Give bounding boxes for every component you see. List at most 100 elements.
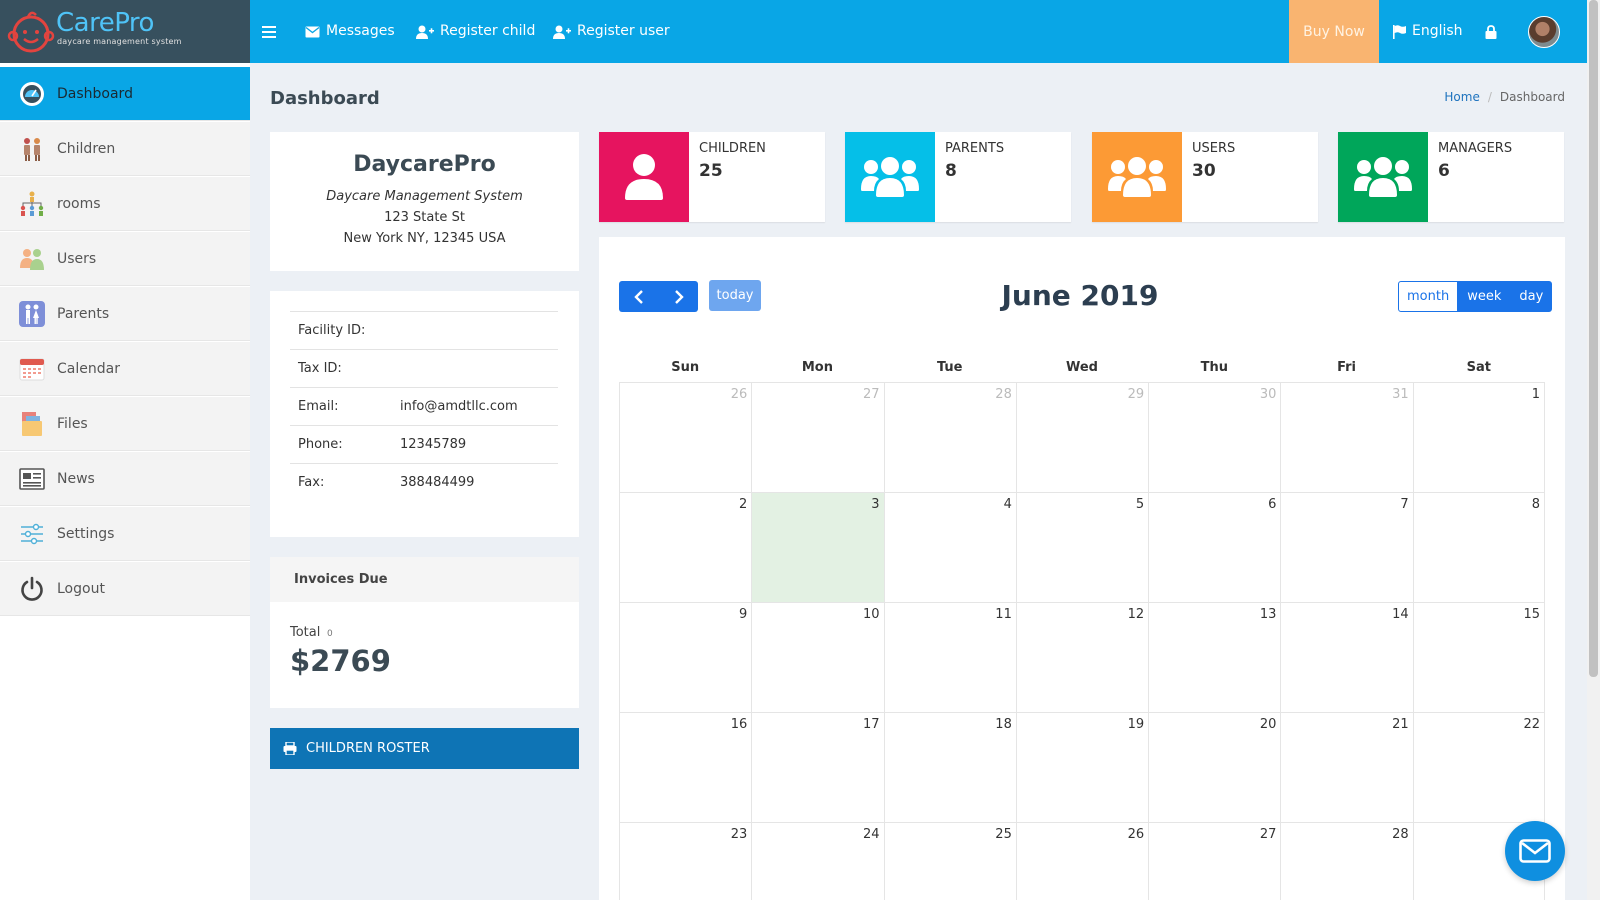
stat-icon-children <box>599 132 689 222</box>
hamburger-icon <box>262 25 276 38</box>
nav-messages[interactable]: Messages <box>305 0 395 63</box>
sidebar-item-children[interactable]: Children <box>0 122 250 176</box>
language-selector[interactable]: English <box>1393 0 1463 63</box>
calendar-day-today[interactable]: 3 <box>751 492 884 602</box>
calendar-day-cell[interactable]: 26 <box>1015 822 1149 900</box>
sidebar-toggle-button[interactable] <box>262 0 276 63</box>
calendar-day-cell[interactable]: 8 <box>1412 492 1545 602</box>
calendar-day-number: 29 <box>1127 387 1145 402</box>
children-roster-button[interactable]: CHILDREN ROSTER <box>270 728 579 769</box>
stat-box-children[interactable]: CHILDREN 25 <box>599 132 825 222</box>
calendar-prev-button[interactable] <box>619 281 659 312</box>
calendar-day-cell[interactable]: 25 <box>883 822 1016 900</box>
calendar-day-cell[interactable]: 31 <box>1280 382 1413 492</box>
calendar-day-cell[interactable]: 27 <box>751 382 884 492</box>
calendar-day-cell[interactable]: 18 <box>883 712 1016 822</box>
sidebar-item-logout[interactable]: Logout <box>0 562 250 616</box>
sidebar-item-calendar[interactable]: Calendar <box>0 342 250 396</box>
calendar-day-cell[interactable]: 13 <box>1148 602 1281 712</box>
sidebar-item-dashboard[interactable]: Dashboard <box>0 67 250 121</box>
sidebar-item-users[interactable]: Users <box>0 232 250 286</box>
calendar-day-cell[interactable]: 12 <box>1015 602 1149 712</box>
calendar-day-number: 11 <box>995 607 1012 622</box>
calendar-day-cell[interactable]: 4 <box>883 492 1016 602</box>
calendar-view-month[interactable]: month <box>1398 281 1459 312</box>
info-value: 388484499 <box>400 475 475 490</box>
app-logo[interactable]: CarePro daycare management system <box>0 0 250 63</box>
contact-mail-button[interactable] <box>1505 821 1565 881</box>
calendar-day-number: 16 <box>730 717 748 732</box>
stat-box-users[interactable]: USERS 30 <box>1092 132 1318 222</box>
calendar-today-button[interactable]: today <box>709 280 761 311</box>
calendar-view-week[interactable]: week <box>1458 281 1511 312</box>
user-avatar[interactable] <box>1528 16 1560 48</box>
calendar-day-cell[interactable]: 30 <box>1148 382 1281 492</box>
sidebar-item-news[interactable]: News <box>0 452 250 506</box>
calendar-title: June 2019 <box>1001 279 1159 312</box>
calendar-day-cell[interactable]: 1 <box>1412 382 1545 492</box>
calendar-day-cell[interactable]: 10 <box>751 602 884 712</box>
calendar-day-cell[interactable]: 6 <box>1148 492 1281 602</box>
calendar-day-cell[interactable]: 26 <box>619 382 752 492</box>
calendar-day-number: 15 <box>1523 607 1540 622</box>
info-row-tax-id: Tax ID: <box>290 349 558 387</box>
calendar-next-button[interactable] <box>659 281 698 312</box>
scrollbar-thumb[interactable] <box>1589 0 1598 677</box>
nav-register-child[interactable]: Register child <box>416 0 535 63</box>
calendar-day-cell[interactable]: 19 <box>1015 712 1149 822</box>
sidebar: Dashboard Children rooms Users Parents C… <box>0 63 250 900</box>
nav-messages-label: Messages <box>326 23 395 39</box>
user-icon <box>625 154 663 200</box>
buy-now-button[interactable]: Buy Now <box>1289 0 1379 63</box>
users-group-icon <box>1354 157 1412 197</box>
calendar-day-number: 10 <box>863 607 880 622</box>
calendar-day-cell[interactable]: 20 <box>1148 712 1281 822</box>
calendar-day-cell[interactable]: 9 <box>619 602 752 712</box>
breadcrumb-home-link[interactable]: Home <box>1444 90 1479 104</box>
calendar-day-cell[interactable]: 7 <box>1280 492 1413 602</box>
calendar-day-number: 26 <box>1127 827 1145 842</box>
stat-box-parents[interactable]: PARENTS 8 <box>845 132 1071 222</box>
calendar-day-cell[interactable]: 14 <box>1280 602 1413 712</box>
user-plus-icon <box>416 25 434 39</box>
lock-screen-button[interactable] <box>1485 0 1497 63</box>
calendar-day-cell[interactable]: 5 <box>1015 492 1149 602</box>
sidebar-item-settings[interactable]: Settings <box>0 507 250 561</box>
calendar-day-cell[interactable]: 29 <box>1015 382 1149 492</box>
calendar-day-cell[interactable]: 23 <box>619 822 752 900</box>
calendar-day-number: 27 <box>1259 827 1277 842</box>
calendar-day-cell[interactable]: 17 <box>751 712 884 822</box>
info-key: Fax: <box>298 475 325 490</box>
calendar-view-day[interactable]: day <box>1510 281 1553 312</box>
info-value: 12345789 <box>400 437 467 452</box>
calendar-day-cell[interactable]: 21 <box>1280 712 1413 822</box>
children-icon <box>24 138 40 161</box>
calendar-day-cell[interactable]: 11 <box>883 602 1016 712</box>
calendar-day-cell[interactable]: 28 <box>1280 822 1413 900</box>
nav-register-user[interactable]: Register user <box>553 0 670 63</box>
calendar-view-switcher: month week day <box>1398 281 1553 312</box>
sidebar-item-label: Files <box>57 415 88 432</box>
stat-value: 25 <box>699 161 723 181</box>
sidebar-item-rooms[interactable]: rooms <box>0 177 250 231</box>
sidebar-item-label: Users <box>57 250 97 267</box>
calendar-day-cell[interactable]: 28 <box>883 382 1016 492</box>
logo-title: CarePro <box>56 8 154 38</box>
calendar-day-number: 27 <box>863 387 880 402</box>
nav-register-user-label: Register user <box>577 23 670 39</box>
lock-icon <box>1485 24 1497 39</box>
stat-value: 6 <box>1438 161 1450 181</box>
printer-icon <box>283 742 297 755</box>
calendar-day-cell[interactable]: 2 <box>619 492 752 602</box>
calendar-day-cell[interactable]: 22 <box>1412 712 1545 822</box>
stat-box-managers[interactable]: MANAGERS 6 <box>1338 132 1564 222</box>
calendar-day-cell[interactable]: 16 <box>619 712 752 822</box>
user-plus-icon <box>553 25 571 39</box>
sidebar-item-parents[interactable]: Parents <box>0 287 250 341</box>
calendar-day-cell[interactable]: 15 <box>1412 602 1545 712</box>
page-scrollbar[interactable] <box>1587 0 1600 900</box>
calendar-day-cell[interactable]: 27 <box>1148 822 1281 900</box>
calendar-day-cell[interactable]: 24 <box>751 822 884 900</box>
sidebar-item-files[interactable]: Files <box>0 397 250 451</box>
info-row-facility-id: Facility ID: <box>290 311 558 349</box>
